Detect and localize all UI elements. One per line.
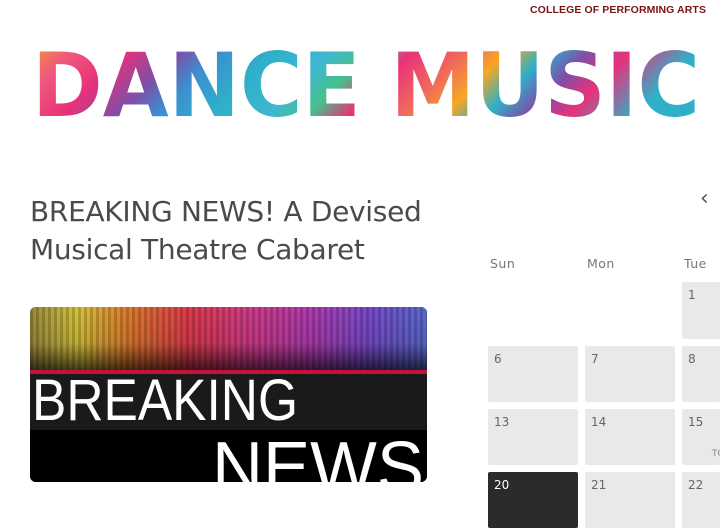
logo-text: DANCE MUSIC [32,36,700,131]
calendar-day-number: 21 [591,478,607,492]
weekday-mon: Mon [587,256,615,271]
dance-music-logo[interactable]: DANCE MUSIC [0,36,720,131]
calendar-day-selected[interactable]: 20 [488,472,578,528]
calendar-day-number: 6 [494,352,502,366]
calendar-day-number: 13 [494,415,510,429]
breaking-news-graphic: BREAKING NEWS [30,307,427,482]
calendar-day[interactable]: 7 [585,346,675,402]
weekday-sun: Sun [490,256,516,271]
calendar-day-today[interactable]: 15 TO [682,409,720,465]
calendar-day[interactable]: 6 [488,346,578,402]
calendar-day[interactable]: 13 [488,409,578,465]
calendar-day-number: 1 [688,288,696,302]
calendar-day-number: 15 [688,415,704,429]
image-word-2: NEWS [212,428,424,482]
calendar-day[interactable]: 22 [682,472,720,528]
chevron-left-icon[interactable]: ‹ [700,186,709,211]
calendar-day[interactable]: 8 [682,346,720,402]
event-image[interactable]: BREAKING NEWS [30,307,427,482]
calendar-day-number: 7 [591,352,599,366]
image-word-1: BREAKING [32,368,298,433]
today-label: TO [712,449,720,459]
calendar-day[interactable]: 14 [585,409,675,465]
calendar-day-number: 14 [591,415,607,429]
calendar-day[interactable]: 1 [682,282,720,339]
calendar-day-number: 8 [688,352,696,366]
calendar-day[interactable]: 21 [585,472,675,528]
college-name: COLLEGE OF PERFORMING ARTS [530,4,707,16]
calendar-day-number: 22 [688,478,704,492]
event-title[interactable]: BREAKING NEWS! A Devised Musical Theatre… [30,193,450,269]
calendar-day-number: 20 [494,478,510,492]
weekday-tue: Tue [684,256,707,271]
